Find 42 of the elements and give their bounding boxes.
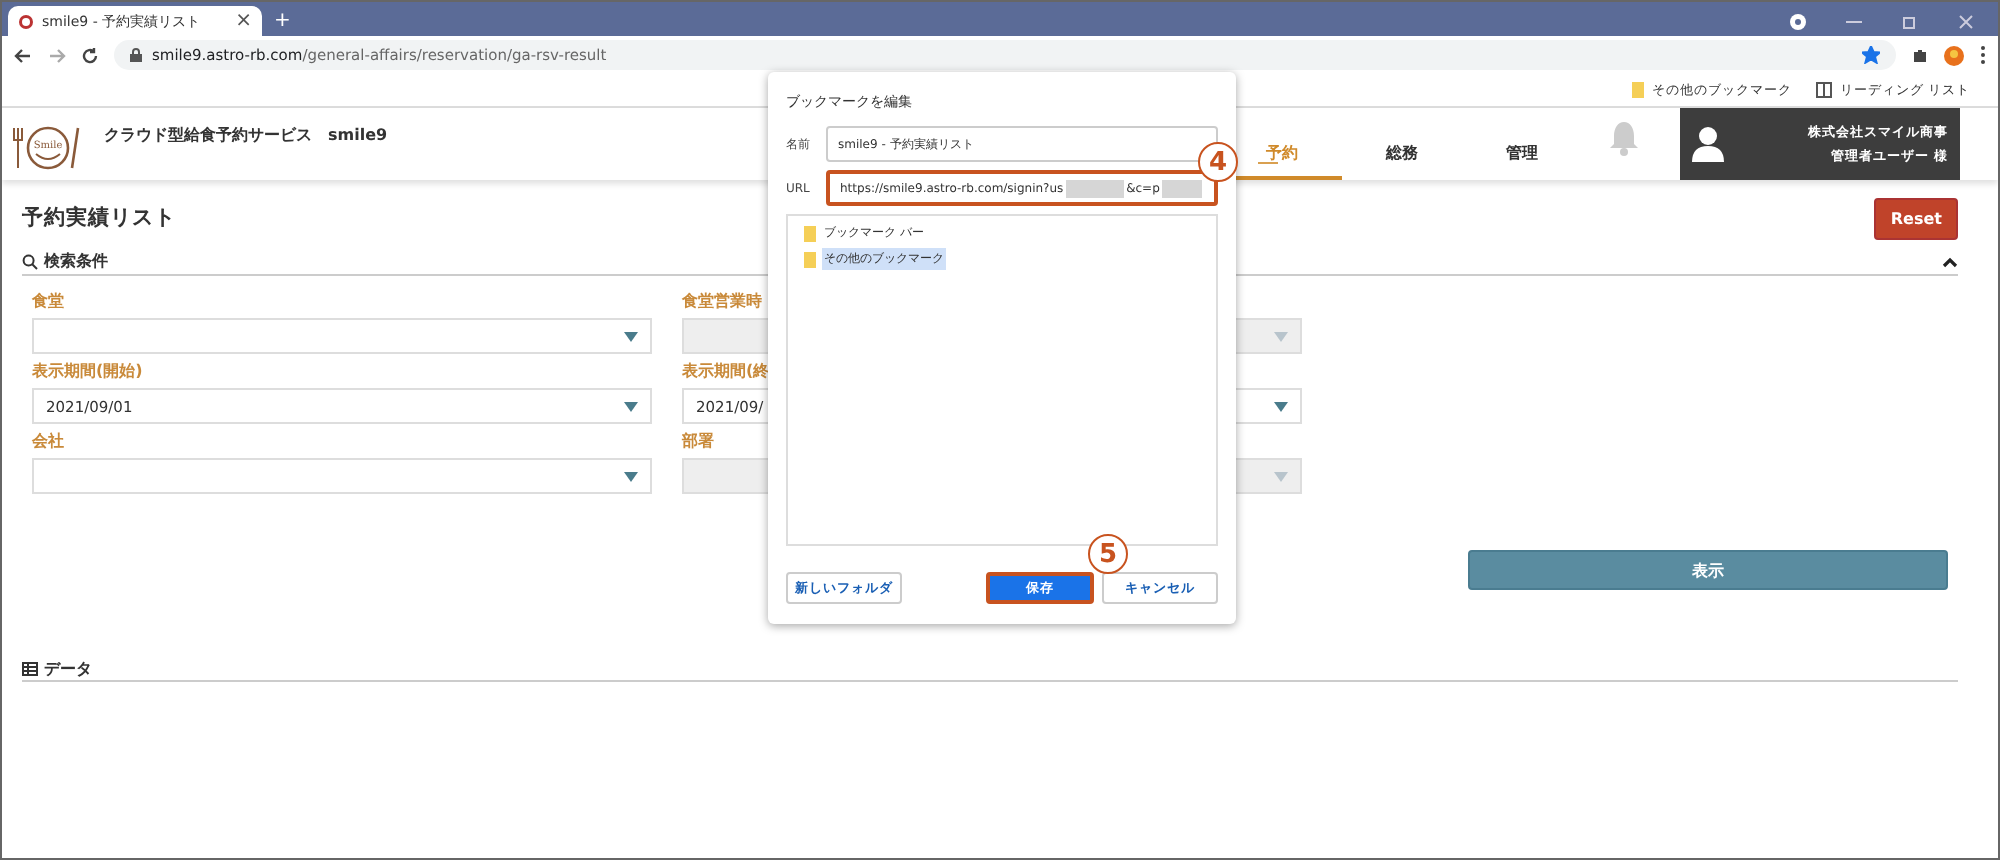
book-icon xyxy=(1815,82,1832,98)
reload-icon[interactable] xyxy=(82,47,98,63)
field-label: 食堂営業時 xyxy=(682,292,764,312)
site-icon xyxy=(18,13,34,29)
field-label: 表示期間(開始) xyxy=(32,362,145,382)
caret-down-icon xyxy=(624,331,638,341)
new-tab-button[interactable]: + xyxy=(274,12,291,36)
caret-down-icon xyxy=(1274,331,1288,341)
search-icon xyxy=(22,253,38,269)
back-icon[interactable] xyxy=(14,47,32,63)
select-field[interactable] xyxy=(32,318,652,354)
caret-down-icon xyxy=(1274,471,1288,481)
folder-icon xyxy=(1631,82,1644,98)
reset-button[interactable]: Reset xyxy=(1874,197,1958,239)
profile-icon[interactable] xyxy=(1790,14,1806,30)
close-icon[interactable] xyxy=(1958,14,1974,30)
collapse-icon[interactable] xyxy=(1942,255,1958,267)
nav-tab[interactable]: 総務 xyxy=(1342,108,1462,180)
caret-down-icon xyxy=(624,471,638,481)
section-title: データ xyxy=(44,658,92,680)
close-tab-button[interactable]: × xyxy=(235,11,252,31)
menu-icon[interactable] xyxy=(1980,46,1986,64)
field-label: 表示期間(終 xyxy=(682,362,772,382)
field-label: 部署 xyxy=(682,432,716,452)
section-title: 検索条件 xyxy=(44,250,108,272)
select-field[interactable] xyxy=(32,458,652,494)
lock-icon xyxy=(130,48,142,62)
page-title: 予約実績リスト xyxy=(22,204,176,232)
service-name: クラウド型給食予約サービス smile9 xyxy=(104,124,388,146)
table-icon xyxy=(22,662,38,676)
caret-down-icon xyxy=(1274,401,1288,411)
field-label: 食堂 xyxy=(32,292,66,312)
nav-tab[interactable]: 管理 xyxy=(1462,108,1582,180)
leader-line xyxy=(1258,162,1278,164)
forward-icon[interactable] xyxy=(48,47,66,63)
user-icon xyxy=(1692,126,1724,162)
caret-down-icon xyxy=(624,401,638,411)
field-label: 会社 xyxy=(32,432,66,452)
avatar-icon[interactable] xyxy=(1944,45,1964,65)
restore-icon[interactable] xyxy=(1902,14,1918,30)
show-button[interactable]: 表示 xyxy=(1468,550,1948,590)
star-icon[interactable] xyxy=(1862,46,1880,64)
